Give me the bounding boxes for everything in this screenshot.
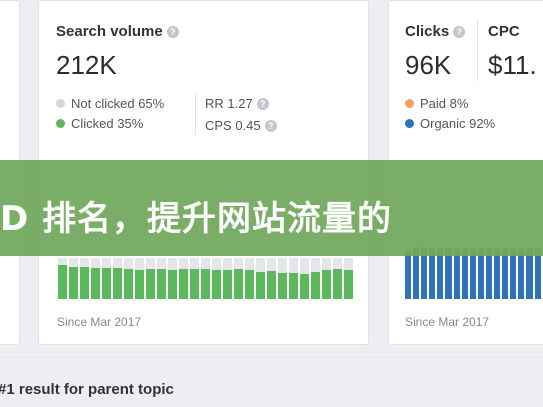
chart-bar-fill [234, 269, 243, 299]
chart-bar-fill [212, 269, 221, 299]
chart-bar-fill [333, 269, 342, 299]
divider [195, 93, 196, 135]
clicks-label: Clicks? [405, 23, 466, 40]
chart-bar [201, 258, 210, 299]
chart-bar-fill [278, 272, 287, 299]
chart-bar-fill [80, 267, 89, 299]
chart-bar-fill [344, 269, 353, 299]
chart-bar-fill [311, 271, 320, 299]
chart-bar-fill [245, 270, 254, 299]
chart-bar-fill [157, 269, 166, 299]
chart-bar [157, 258, 166, 299]
chart-bar [234, 258, 243, 299]
chart-bar-fill [322, 269, 331, 299]
legend-clicked: Clicked 35% [56, 116, 143, 131]
chart-bar-fill [223, 270, 232, 299]
overlay-banner: D 排名，提升网站流量的 [0, 160, 543, 256]
legend-dot [56, 119, 65, 128]
chart-bar-fill [58, 265, 67, 299]
legend-dot [56, 99, 65, 108]
chart-bar [179, 258, 188, 299]
search-volume-chart [58, 258, 353, 299]
help-icon[interactable]: ? [256, 98, 269, 110]
chart-bar [267, 258, 276, 299]
divider [0, 357, 543, 358]
banner-text: D 排名，提升网站流量的 [0, 199, 393, 239]
chart-bar-fill [300, 273, 309, 299]
legend-dot [405, 119, 414, 128]
help-icon[interactable]: ? [166, 26, 179, 38]
chart-bar-fill [113, 267, 122, 299]
since-label: Since Mar 2017 [405, 315, 490, 329]
chart-bar-fill [179, 269, 188, 299]
chart-bar [80, 258, 89, 299]
help-icon[interactable]: ? [264, 120, 277, 132]
cpc-label: CPC [488, 23, 520, 40]
chart-bar [333, 258, 342, 299]
chart-bar [245, 258, 254, 299]
chart-bar [289, 258, 298, 299]
search-volume-label: Search volume? [56, 23, 179, 40]
chart-bar-fill [267, 271, 276, 299]
chart-bar [91, 258, 100, 299]
chart-bar-fill [146, 268, 155, 299]
legend-not-clicked: Not clicked 65% [56, 96, 164, 111]
rr-metric: RR 1.27? [205, 96, 269, 111]
divider [477, 19, 478, 81]
chart-bar [405, 248, 412, 299]
chart-bar [190, 258, 199, 299]
chart-bar [278, 258, 287, 299]
chart-bar-fill [190, 269, 199, 299]
cps-metric: CPS 0.45? [205, 118, 277, 133]
help-icon[interactable]: ? [453, 26, 466, 38]
chart-bar-fill [168, 269, 177, 299]
chart-bar-fill [201, 269, 210, 299]
chart-bar [113, 258, 122, 299]
chart-bar [322, 258, 331, 299]
chart-bar [58, 258, 67, 299]
chart-bar-fill [256, 271, 265, 299]
chart-bar [69, 258, 78, 299]
since-label: Since Mar 2017 [57, 315, 142, 329]
chart-bar-fill [102, 268, 111, 299]
chart-bar-fill [289, 272, 298, 299]
chart-bar [135, 258, 144, 299]
search-volume-value: 212K [56, 50, 117, 80]
legend-dot [405, 99, 414, 108]
chart-bar [256, 258, 265, 299]
chart-bar [212, 258, 221, 299]
chart-bar-fill [69, 267, 78, 299]
chart-bar [168, 258, 177, 299]
legend-organic: Organic 92% [405, 116, 495, 131]
clicks-value: 96K [405, 50, 452, 80]
chart-bar-fill [124, 269, 133, 299]
chart-bar-fill [91, 267, 100, 299]
cpc-value: $11. [488, 50, 537, 80]
chart-bar [102, 258, 111, 299]
chart-bar [311, 258, 320, 299]
chart-bar [344, 258, 353, 299]
chart-bar [146, 258, 155, 299]
legend-paid: Paid 8% [405, 96, 468, 111]
chart-bar [223, 258, 232, 299]
chart-bar [124, 258, 133, 299]
chart-bar-fill [135, 270, 144, 299]
chart-bar [300, 258, 309, 299]
parent-topic-heading: #1 result for parent topic [0, 381, 174, 398]
